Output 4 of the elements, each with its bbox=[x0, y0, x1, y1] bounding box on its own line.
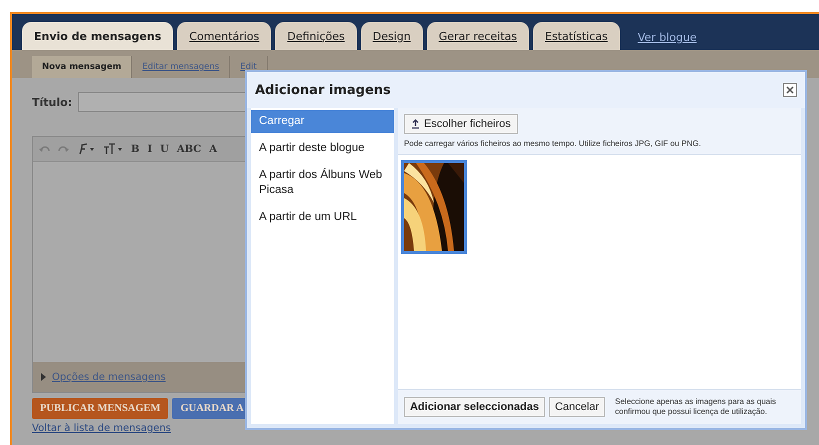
upload-hint: Pode carregar vários ficheiros ao mesmo tempo. Utilize ficheiros JPG, GIF ou PNG. bbox=[404, 139, 701, 148]
license-note: Seleccione apenas as imagens para as quais confirmou que possui licença de utilização. bbox=[615, 397, 777, 417]
title-label: Título: bbox=[32, 96, 72, 108]
dialog-title: Adicionar imagens bbox=[255, 82, 391, 98]
